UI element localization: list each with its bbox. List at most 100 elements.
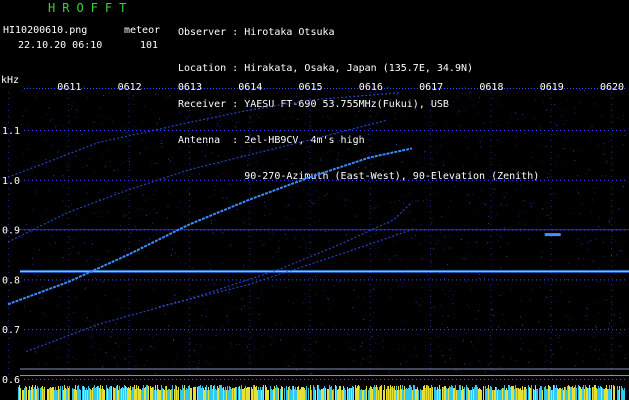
grid-dot <box>72 179 73 181</box>
noise-dot <box>105 352 107 354</box>
noise-dot <box>558 337 560 339</box>
grid-dot <box>168 179 169 181</box>
grid-dot <box>369 206 371 207</box>
grid-dot <box>188 260 190 261</box>
noise-dot <box>318 220 320 222</box>
grid-dot <box>316 179 317 181</box>
grid-dot <box>144 379 145 380</box>
noise-dot <box>308 300 310 302</box>
noise-dot <box>520 300 522 302</box>
grid-dot <box>132 130 133 131</box>
level-bar <box>388 386 389 400</box>
noise-dot <box>327 151 329 153</box>
noise-dot <box>65 145 67 147</box>
noise-dot <box>230 244 232 246</box>
grid-dot <box>308 179 309 181</box>
level-bar <box>376 385 377 400</box>
grid-dot <box>584 130 585 131</box>
noise-dot <box>578 150 580 152</box>
level-bar <box>389 389 390 400</box>
noise-dot <box>156 122 158 124</box>
noise-dot <box>28 285 30 287</box>
noise-dot <box>104 295 106 296</box>
grid-dot <box>309 254 311 255</box>
grid-dot <box>309 374 311 375</box>
grid-dot <box>309 320 311 321</box>
noise-dot <box>109 160 111 162</box>
noise-dot <box>334 325 335 327</box>
noise-dot <box>606 163 608 164</box>
grid-dot <box>550 344 552 345</box>
grid-dot <box>36 130 37 131</box>
grid-dot <box>500 130 501 131</box>
noise-dot <box>124 342 126 344</box>
grid-dot <box>128 278 130 279</box>
noise-dot <box>294 238 296 240</box>
level-bar <box>152 387 153 400</box>
grid-dot <box>8 146 9 147</box>
noise-dot <box>108 150 109 152</box>
grid-dot <box>249 170 251 171</box>
grid-dot <box>484 379 485 380</box>
noise-dot <box>193 173 195 175</box>
noise-dot <box>260 292 262 294</box>
level-bar <box>431 385 432 400</box>
grid-dot <box>520 179 521 181</box>
level-bar <box>35 385 36 400</box>
noise-dot <box>403 329 404 331</box>
grid-dot <box>550 146 552 147</box>
noise-dot <box>304 123 306 125</box>
noise-dot <box>609 220 610 222</box>
noise-dot <box>353 142 355 144</box>
grid-dot <box>8 248 9 249</box>
level-bar <box>582 387 583 400</box>
noise-dot <box>99 263 101 265</box>
grid-dot <box>536 130 537 131</box>
noise-dot <box>276 251 278 253</box>
noise-dot <box>508 122 510 123</box>
noise-dot <box>258 318 260 320</box>
level-bar <box>153 387 154 400</box>
noise-dot <box>447 315 449 317</box>
noise-dot <box>23 159 25 161</box>
grid-dot <box>249 338 251 339</box>
noise-dot <box>202 139 204 141</box>
grid-dot <box>490 320 492 321</box>
grid-dot <box>188 200 190 201</box>
grid-dot <box>128 279 129 281</box>
noise-dot <box>389 259 391 260</box>
grid-dot <box>273 88 274 89</box>
noise-dot <box>422 200 424 202</box>
noise-dot <box>62 200 64 202</box>
grid-dot <box>611 338 612 339</box>
noise-dot <box>73 272 75 274</box>
level-bar <box>236 387 237 400</box>
noise-dot <box>101 154 103 156</box>
grid-dot <box>552 379 553 380</box>
grid-dot <box>188 188 190 189</box>
noise-dot <box>449 358 451 359</box>
noise-dot <box>499 164 501 166</box>
level-bar <box>319 389 320 400</box>
grid-dot <box>68 98 70 99</box>
level-bar <box>34 387 35 400</box>
grid-dot <box>560 130 561 131</box>
noise-dot <box>425 240 427 242</box>
grid-dot <box>550 332 552 333</box>
x-tick-label: 0619 <box>540 82 564 93</box>
noise-dot <box>206 361 208 362</box>
level-bar <box>506 388 507 400</box>
grid-dot <box>204 179 205 181</box>
grid-dot <box>512 329 513 331</box>
grid-dot <box>471 88 472 89</box>
noise-dot <box>242 223 244 225</box>
grid-dot <box>124 130 125 131</box>
level-bar <box>391 387 392 400</box>
grid-dot <box>56 329 57 331</box>
grid-dot <box>52 329 53 331</box>
noise-dot <box>384 254 386 256</box>
grid-dot <box>68 344 70 345</box>
noise-dot <box>590 240 592 242</box>
grid-dot <box>128 194 130 195</box>
noise-dot <box>132 356 134 358</box>
